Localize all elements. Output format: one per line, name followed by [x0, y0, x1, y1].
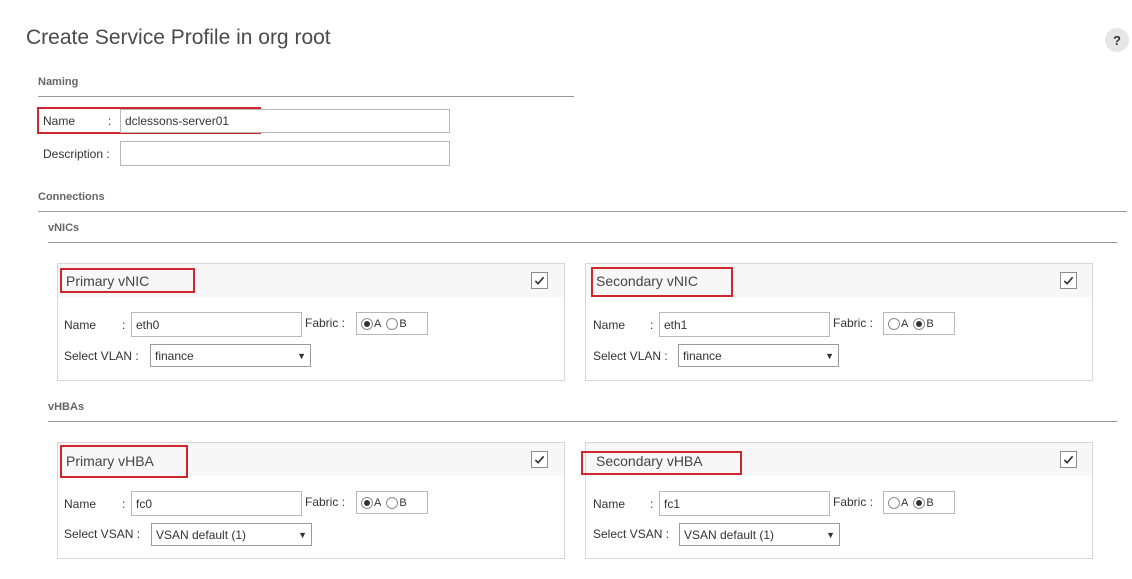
checkmark-icon: [534, 455, 545, 464]
primary-vnic-title: Primary vNIC: [66, 273, 150, 289]
secondary-vnic-title: Secondary vNIC: [596, 273, 698, 289]
secondary-vhba-name-colon: :: [650, 497, 654, 511]
primary-vhba-fabric-label: Fabric :: [305, 495, 346, 509]
secondary-vnic-fabric-b[interactable]: B: [913, 317, 934, 330]
fabric-b-label: B: [399, 317, 407, 330]
secondary-vhba-fabric-a[interactable]: A: [888, 496, 909, 509]
radio-unselected-icon: [386, 496, 399, 509]
description-input[interactable]: [120, 141, 450, 166]
fabric-a-label: A: [901, 317, 909, 330]
fabric-b-label: B: [926, 317, 934, 330]
secondary-vnic-checkbox[interactable]: [1060, 272, 1077, 289]
fabric-a-label: A: [374, 496, 382, 509]
caret-down-icon: ▼: [825, 350, 834, 361]
primary-vnic-select-label: Select VLAN :: [64, 349, 139, 363]
radio-unselected-icon: [888, 317, 900, 330]
name-input-value: dclessons-server01: [125, 114, 230, 128]
primary-vnic-fabric-label: Fabric :: [305, 316, 346, 330]
radio-selected-icon: [361, 496, 373, 509]
connections-divider: [38, 211, 1127, 212]
secondary-vnic-fabric-a[interactable]: A: [888, 317, 909, 330]
secondary-vnic-vlan-select[interactable]: finance ▼: [678, 344, 839, 367]
fabric-b-label: B: [399, 496, 407, 509]
name-label: Name: [43, 114, 76, 128]
connections-section-label: Connections: [38, 191, 105, 203]
radio-selected-icon: [361, 317, 373, 330]
secondary-vhba-fabric-label: Fabric :: [833, 495, 874, 509]
primary-vhba-title: Primary vHBA: [66, 453, 154, 469]
primary-vhba-fabric-a[interactable]: A: [361, 496, 382, 509]
checkmark-icon: [1063, 455, 1074, 464]
secondary-vnic-fabric-label: Fabric :: [833, 316, 874, 330]
caret-down-icon: ▼: [826, 529, 835, 540]
primary-vnic-name-colon: :: [122, 318, 126, 332]
primary-vnic-name-value: eth0: [136, 317, 160, 332]
primary-vnic-fabric-group: A B: [356, 312, 428, 335]
vnics-divider: [48, 242, 1117, 243]
fabric-a-label: A: [901, 496, 909, 509]
name-input[interactable]: dclessons-server01: [120, 109, 450, 133]
secondary-vhba-fabric-group: A B: [883, 491, 955, 514]
secondary-vhba-name-label: Name: [593, 497, 626, 511]
secondary-vhba-vsan-value: VSAN default (1): [684, 527, 775, 542]
secondary-vnic-fabric-group: A B: [883, 312, 955, 335]
secondary-vhba-name-value: fc1: [664, 496, 681, 511]
secondary-vnic-name-label: Name: [593, 318, 626, 332]
primary-vnic-checkbox[interactable]: [531, 272, 548, 289]
secondary-vhba-name-input[interactable]: fc1: [659, 491, 830, 516]
primary-vnic-vlan-select[interactable]: finance ▼: [150, 344, 311, 367]
radio-unselected-icon: [386, 317, 399, 330]
primary-vhba-checkbox[interactable]: [531, 451, 548, 468]
secondary-vhba-checkbox[interactable]: [1060, 451, 1077, 468]
primary-vhba-name-colon: :: [122, 497, 126, 511]
secondary-vhba-fabric-b[interactable]: B: [913, 496, 934, 509]
fabric-a-label: A: [374, 317, 382, 330]
vhbas-divider: [48, 421, 1117, 422]
primary-vhba-name-input[interactable]: fc0: [131, 491, 302, 516]
radio-selected-icon: [913, 496, 926, 509]
page-title: Create Service Profile in org root: [26, 26, 331, 49]
fabric-b-label: B: [926, 496, 934, 509]
primary-vnic-fabric-a[interactable]: A: [361, 317, 382, 330]
secondary-vhba-vsan-select[interactable]: VSAN default (1) ▼: [679, 523, 840, 546]
help-icon[interactable]: ?: [1105, 28, 1129, 52]
primary-vnic-fabric-b[interactable]: B: [386, 317, 407, 330]
checkmark-icon: [1063, 276, 1074, 285]
secondary-vnic-name-input[interactable]: eth1: [659, 312, 830, 337]
secondary-vnic-vlan-value: finance: [683, 348, 722, 363]
primary-vnic-name-label: Name: [64, 318, 97, 332]
secondary-vnic-name-value: eth1: [664, 317, 688, 332]
secondary-vnic-panel: Secondary vNIC Name : eth1 Fabric : A B …: [585, 263, 1093, 381]
vhbas-section-label: vHBAs: [48, 401, 85, 413]
primary-vhba-select-label: Select VSAN :: [64, 527, 141, 541]
primary-vhba-fabric-b[interactable]: B: [386, 496, 407, 509]
secondary-vnic-select-label: Select VLAN :: [593, 349, 668, 363]
radio-selected-icon: [913, 317, 926, 330]
secondary-vnic-name-colon: :: [650, 318, 654, 332]
radio-unselected-icon: [888, 496, 900, 509]
name-colon: :: [108, 114, 112, 128]
primary-vnic-panel: Primary vNIC Name : eth0 Fabric : A B Se…: [57, 263, 565, 381]
primary-vhba-panel: Primary vHBA Name : fc0 Fabric : A B Sel…: [57, 442, 565, 559]
secondary-vhba-title: Secondary vHBA: [596, 453, 703, 469]
primary-vhba-name-value: fc0: [136, 496, 153, 511]
primary-vhba-vsan-value: VSAN default (1): [156, 527, 247, 542]
secondary-vhba-select-label: Select VSAN :: [593, 527, 670, 541]
caret-down-icon: ▼: [297, 350, 306, 361]
primary-vhba-name-label: Name: [64, 497, 97, 511]
primary-vhba-fabric-group: A B: [356, 491, 428, 514]
naming-divider: [38, 96, 574, 97]
primary-vnic-name-input[interactable]: eth0: [131, 312, 302, 337]
vnics-section-label: vNICs: [48, 222, 80, 234]
secondary-vhba-panel: Secondary vHBA Name : fc1 Fabric : A B S…: [581, 442, 1093, 559]
primary-vhba-vsan-select[interactable]: VSAN default (1) ▼: [151, 523, 312, 546]
naming-section-label: Naming: [38, 76, 79, 88]
description-label: Description :: [43, 147, 110, 161]
caret-down-icon: ▼: [298, 529, 307, 540]
checkmark-icon: [534, 276, 545, 285]
primary-vnic-vlan-value: finance: [155, 348, 194, 363]
